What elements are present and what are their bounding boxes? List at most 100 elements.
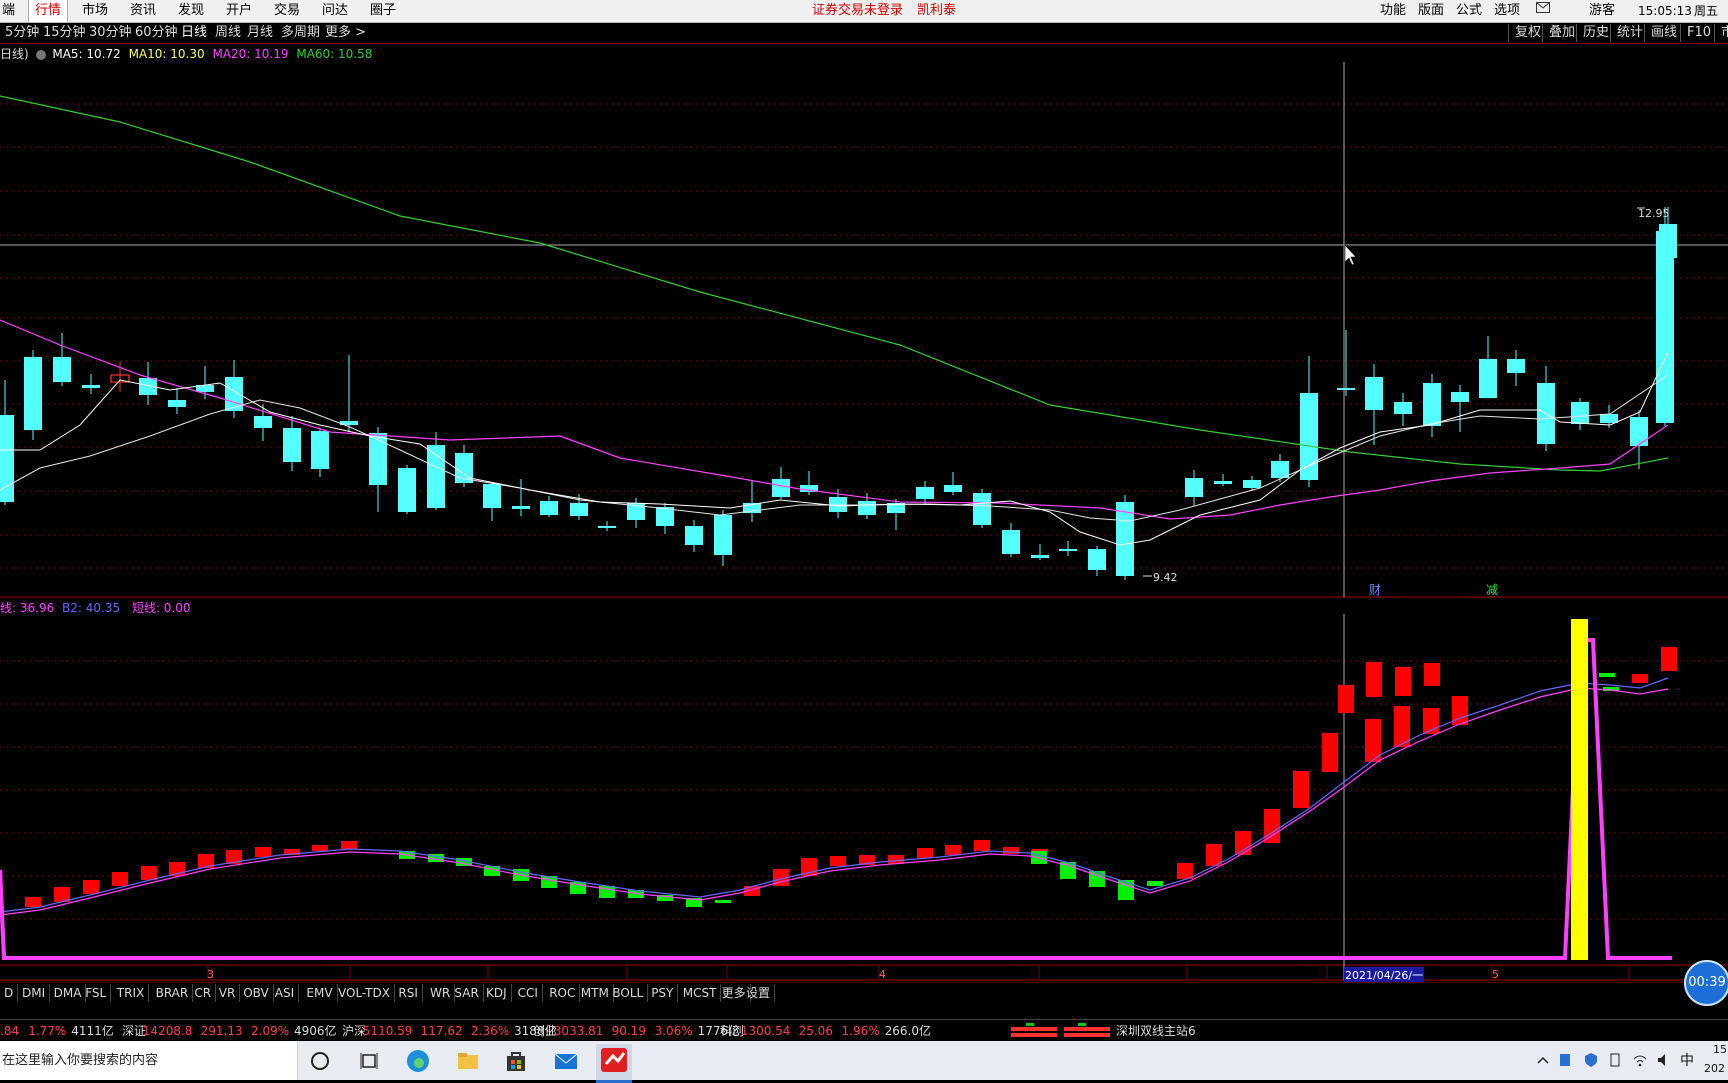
candle-body-27 (772, 479, 790, 497)
indicator-bar-1 (54, 887, 70, 902)
tray-volume-icon[interactable] (1656, 1052, 1672, 1068)
menu-right-2[interactable]: 公式 (1450, 0, 1488, 22)
indicator-tab-20[interactable]: PSY (647, 984, 679, 1002)
edge-browser-icon[interactable] (404, 1047, 432, 1075)
date-label-4: 4 (879, 968, 886, 981)
stock-app-icon[interactable] (596, 1044, 632, 1083)
menu-0[interactable]: 端 (0, 0, 21, 22)
period-right-4[interactable]: 画线 (1644, 24, 1683, 42)
ime-indicator[interactable]: 中 (1680, 1050, 1694, 1070)
period-3[interactable]: 60分钟 (132, 23, 181, 43)
period-6[interactable]: 月线 (244, 23, 276, 43)
candle-body-49 (1451, 392, 1469, 402)
indicator-tab-9[interactable]: ASI (271, 984, 300, 1002)
candle-body-19 (540, 501, 558, 515)
indicator-tab-11[interactable]: VOL-TDX (334, 984, 395, 1002)
candle-body-50 (1479, 359, 1497, 398)
tray-clock-date[interactable]: 202 (1704, 1062, 1725, 1075)
indicator-tab-8[interactable]: OBV (239, 984, 274, 1002)
ticker-station[interactable]: 深圳双线主站6 (1116, 1020, 1196, 1042)
indicator-tab-4[interactable]: TRIX (113, 984, 150, 1002)
indicator-bar-57 (1661, 647, 1677, 671)
indicator-tab-10[interactable]: EMV (302, 984, 338, 1002)
indicator-tab-16[interactable]: CCI (514, 984, 543, 1002)
indicator-bar-39 (1147, 881, 1163, 886)
indicator-tab-14[interactable]: SAR (450, 984, 484, 1002)
indicator-tab-23[interactable]: 设置 (742, 984, 776, 1002)
task-view-icon[interactable] (355, 1047, 383, 1075)
indicator-tab-7[interactable]: VR (215, 984, 241, 1002)
period-8[interactable]: 更多 > (322, 23, 369, 43)
period-1[interactable]: 15分钟 (40, 23, 89, 43)
taskbar-search-input[interactable]: 在这里输入你要搜索的内容 (0, 1041, 298, 1080)
store-icon[interactable] (502, 1047, 530, 1075)
candle-body-24 (685, 526, 703, 545)
indicator-line-magenta (0, 687, 1669, 916)
menu-5[interactable]: 开户 (220, 0, 258, 22)
ticker-value-0: .84 (0, 1024, 20, 1038)
file-explorer-icon[interactable] (454, 1047, 482, 1075)
menu-1[interactable]: 行情 (28, 0, 69, 22)
tray-wifi-icon[interactable] (1632, 1052, 1648, 1068)
marker-cai: 财 (1369, 583, 1381, 597)
menu-6[interactable]: 交易 (268, 0, 306, 22)
indicator-tab-5[interactable]: BRAR (152, 984, 194, 1002)
indicator-tab-1[interactable]: DMI (18, 984, 51, 1002)
marker-jian: 减 (1486, 583, 1498, 597)
candle-body-13 (369, 433, 387, 485)
indicator-tab-6[interactable]: CR (190, 984, 217, 1002)
period-right-6[interactable]: 市 (1714, 24, 1728, 42)
period-2[interactable]: 30分钟 (86, 23, 135, 43)
mail-icon[interactable] (1530, 0, 1556, 22)
trade-login-warning[interactable]: 证券交易未登录 (812, 0, 903, 22)
menu-right-3[interactable]: 选项 (1488, 0, 1526, 22)
indicator-bar-33 (1003, 847, 1019, 854)
candle-body-3 (82, 385, 100, 388)
guest-label[interactable]: 游客 (1583, 0, 1621, 22)
broker-name[interactable]: 凯利泰 (917, 0, 956, 22)
indicator-tab-12[interactable]: RSI (394, 984, 423, 1002)
period-7[interactable]: 多周期 (278, 23, 323, 43)
tray-clock-time[interactable]: 15 (1713, 1043, 1727, 1056)
indicator-bar-11 (341, 841, 357, 849)
candle-body-10 (283, 428, 301, 462)
menu-7[interactable]: 问达 (316, 0, 354, 22)
period-0[interactable]: 5分钟 (2, 23, 42, 43)
candle-body-1 (24, 357, 42, 430)
tray-shield-icon[interactable] (1584, 1052, 1598, 1068)
candle-body-51 (1507, 359, 1525, 373)
cortana-icon[interactable] (306, 1047, 334, 1075)
mail-app-icon[interactable] (552, 1047, 580, 1075)
menu-right-1[interactable]: 版面 (1412, 0, 1450, 22)
indicator-tab-21[interactable]: MCST (679, 984, 722, 1002)
indicator-chart[interactable] (0, 598, 1728, 998)
indicator-tab-0[interactable]: D (0, 984, 19, 1002)
candlestick-chart[interactable]: 12.95 9.42 财 减 (0, 44, 1728, 599)
indicator-bar-42 (1235, 831, 1251, 855)
period-5[interactable]: 周线 (212, 23, 244, 43)
menu-right-0[interactable]: 功能 (1374, 0, 1412, 22)
period-right-5[interactable]: F10 (1680, 24, 1717, 42)
tray-chevron-icon[interactable] (1535, 1051, 1551, 1069)
ma60-line (0, 95, 1669, 472)
tray-battery-icon[interactable] (1608, 1052, 1622, 1068)
indicator-bar-23 (715, 900, 731, 903)
top-menu-bar: 端行情 市场 资讯 发现 开户 交易 问达 圈子 证券交易未登录 凯利泰 功能 版面 公式 选项 游… (0, 0, 1728, 23)
tray-app-icon[interactable] (1558, 1052, 1572, 1068)
indicator-bar-43 (1264, 809, 1280, 843)
menu-4[interactable]: 发现 (172, 0, 210, 22)
indicator-tab-19[interactable]: BOLL (608, 984, 649, 1002)
video-timer-badge[interactable]: 00:39 (1684, 960, 1728, 1006)
date-label-3: 3 (207, 968, 214, 981)
period-4[interactable]: 日线 (178, 23, 210, 43)
indicator-tab-15[interactable]: KDJ (482, 984, 512, 1002)
menu-8[interactable]: 圈子 (364, 0, 402, 22)
candle-body-6 (168, 400, 186, 407)
indicator-tab-17[interactable]: ROC (545, 984, 581, 1002)
indicator-tab-3[interactable]: FSL (81, 984, 112, 1002)
candle-body-56 (1656, 231, 1674, 423)
ticker-change-4: 1.96% (841, 1024, 880, 1038)
menu-3[interactable]: 资讯 (124, 0, 162, 22)
ticker-amount-4: 266.0亿 (884, 1024, 931, 1038)
menu-2[interactable]: 市场 (76, 0, 114, 22)
